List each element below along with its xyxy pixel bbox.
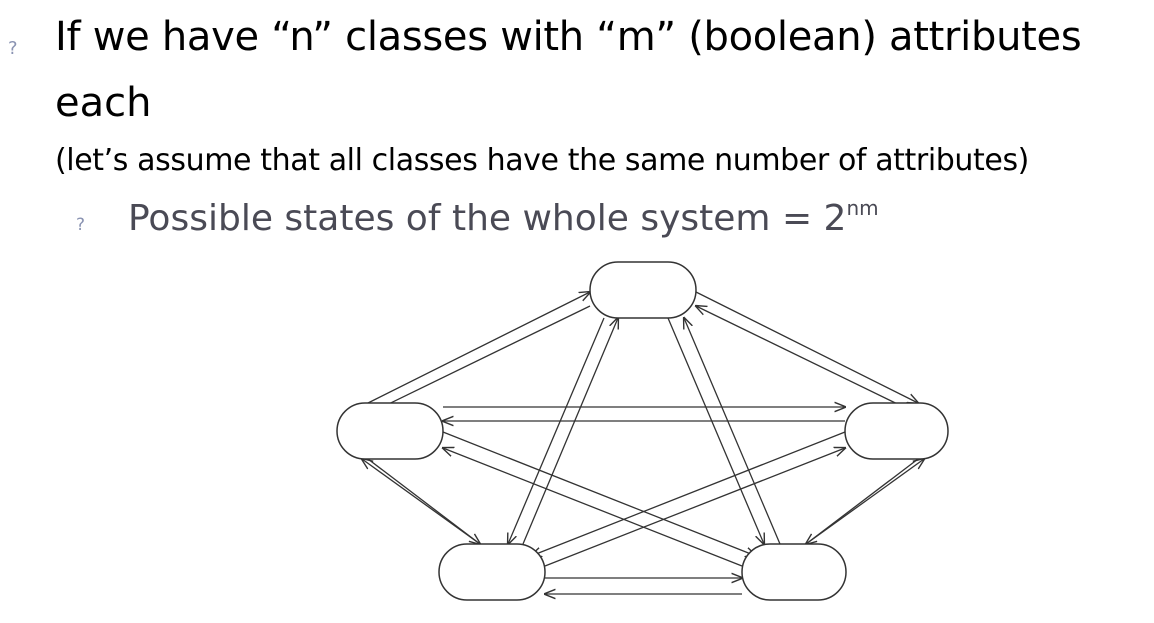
graph-nodes (336, 261, 949, 601)
state-node-right (844, 402, 949, 460)
state-graph-diagram (336, 261, 949, 601)
state-node-top (589, 261, 697, 319)
edge-right-to-bottom-left (531, 431, 846, 556)
edge-top-to-left (368, 305, 591, 414)
graph-edges (362, 292, 924, 594)
edge-left-to-bottom-right (442, 431, 756, 556)
edge-top-to-bottom-right (667, 317, 764, 544)
edge-bottom-right-to-right (805, 459, 924, 545)
edge-top-to-right (695, 291, 918, 403)
edge-left-to-top (367, 292, 590, 404)
edge-bottom-left-to-left (362, 459, 481, 545)
state-node-bottom-right (741, 543, 847, 601)
edge-right-to-top (696, 306, 919, 415)
edge-top-to-bottom-left (508, 317, 605, 544)
edge-bottom-right-to-top (684, 318, 781, 545)
edge-bottom-left-to-top (522, 318, 618, 545)
state-node-bottom-left (438, 543, 546, 601)
state-node-left (336, 402, 444, 460)
